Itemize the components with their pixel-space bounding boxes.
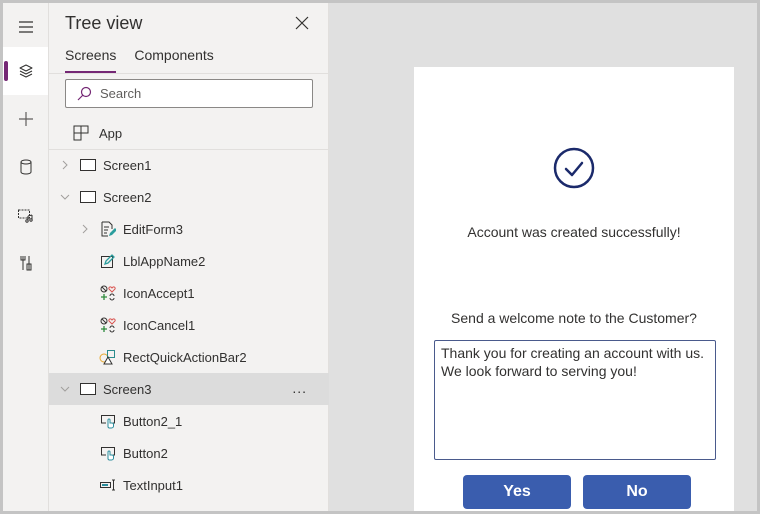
tree-item-label: App (99, 125, 123, 141)
icons-icon (99, 317, 117, 333)
database-icon (20, 159, 31, 175)
shapes-icon (99, 349, 117, 365)
tree-item-label: TextInput1 (123, 477, 183, 493)
tree-view-button[interactable] (3, 47, 48, 95)
tree-view-panel: Tree view Screens Components App (49, 3, 329, 511)
more-options-button[interactable]: ... (292, 380, 307, 396)
tree-item-label: EditForm3 (123, 221, 183, 237)
tree-item-label: Screen2 (103, 189, 152, 205)
chevron-down-icon[interactable] (59, 383, 71, 395)
menu-button[interactable] (3, 3, 48, 51)
search-input[interactable] (100, 86, 300, 101)
tree-tabs: Screens Components (65, 47, 214, 73)
no-button[interactable]: No (583, 475, 691, 509)
welcome-note-question: Send a welcome note to the Customer? (451, 310, 697, 326)
tree-item-label: Button2 (123, 445, 168, 461)
tree-item-label: Button2_1 (123, 413, 183, 429)
welcome-note-input[interactable]: Thank you for creating an account with u… (434, 340, 716, 460)
search-icon (77, 86, 92, 100)
data-button[interactable] (3, 143, 48, 191)
panel-title: Tree view (65, 13, 143, 33)
success-message: Account was created successfully! (467, 224, 681, 240)
tabs-divider (49, 73, 329, 74)
tree-item-iconaccept1[interactable]: IconAccept1 (49, 277, 329, 309)
media-button[interactable] (3, 191, 48, 239)
button-icon (99, 413, 117, 429)
button-icon (99, 445, 117, 461)
text-input-icon (99, 477, 117, 493)
form-icon (99, 221, 117, 237)
tree-item-button2-1[interactable]: Button2_1 (49, 405, 329, 437)
tree-item-rectquickactionbar2[interactable]: RectQuickActionBar2 (49, 341, 329, 373)
check-circle-icon (553, 147, 595, 189)
tree-item-label: RectQuickActionBar2 (123, 349, 247, 365)
insert-button[interactable] (3, 95, 48, 143)
layers-icon (19, 64, 32, 78)
plus-icon (18, 112, 33, 126)
tools-icon (20, 256, 31, 271)
screen-icon (79, 381, 97, 397)
tree-item-button2[interactable]: Button2 (49, 437, 329, 469)
advanced-tools-button[interactable] (3, 239, 48, 287)
app-icon (73, 125, 89, 141)
left-rail (3, 3, 49, 511)
tree-item-screen1[interactable]: Screen1 (49, 149, 329, 181)
tree-item-label: Screen3 (103, 381, 152, 397)
tab-screens[interactable]: Screens (65, 47, 117, 73)
screen-icon (79, 189, 97, 205)
tree-item-screen3[interactable]: Screen3 ... (49, 373, 329, 405)
tab-components[interactable]: Components (134, 47, 213, 73)
tree-item-app[interactable]: App (49, 117, 329, 149)
label-icon (99, 253, 117, 269)
app-frame: Tree view Screens Components App (3, 3, 757, 511)
icons-icon (99, 285, 117, 301)
tree-item-lblappname2[interactable]: LblAppName2 (49, 245, 329, 277)
tree-item-editform3[interactable]: EditForm3 (49, 213, 329, 245)
tree-item-label: IconCancel1 (123, 317, 196, 333)
screen-canvas: Account was created successfully! Send a… (414, 67, 734, 511)
tree-item-label: IconAccept1 (123, 285, 195, 301)
close-icon[interactable] (294, 15, 310, 31)
chevron-right-icon[interactable] (59, 159, 71, 171)
chevron-down-icon[interactable] (59, 191, 71, 203)
tree-item-label: LblAppName2 (123, 253, 206, 269)
screen-icon (79, 157, 97, 173)
hamburger-icon (18, 21, 33, 33)
search-box[interactable] (65, 79, 313, 108)
tree-item-iconcancel1[interactable]: IconCancel1 (49, 309, 329, 341)
tree-item-label: Screen1 (103, 157, 152, 173)
tree-item-screen2[interactable]: Screen2 (49, 181, 329, 213)
tree-item-textinput1[interactable]: TextInput1 (49, 469, 329, 501)
media-icon (17, 209, 33, 223)
yes-button[interactable]: Yes (463, 475, 571, 509)
chevron-right-icon[interactable] (79, 223, 91, 235)
